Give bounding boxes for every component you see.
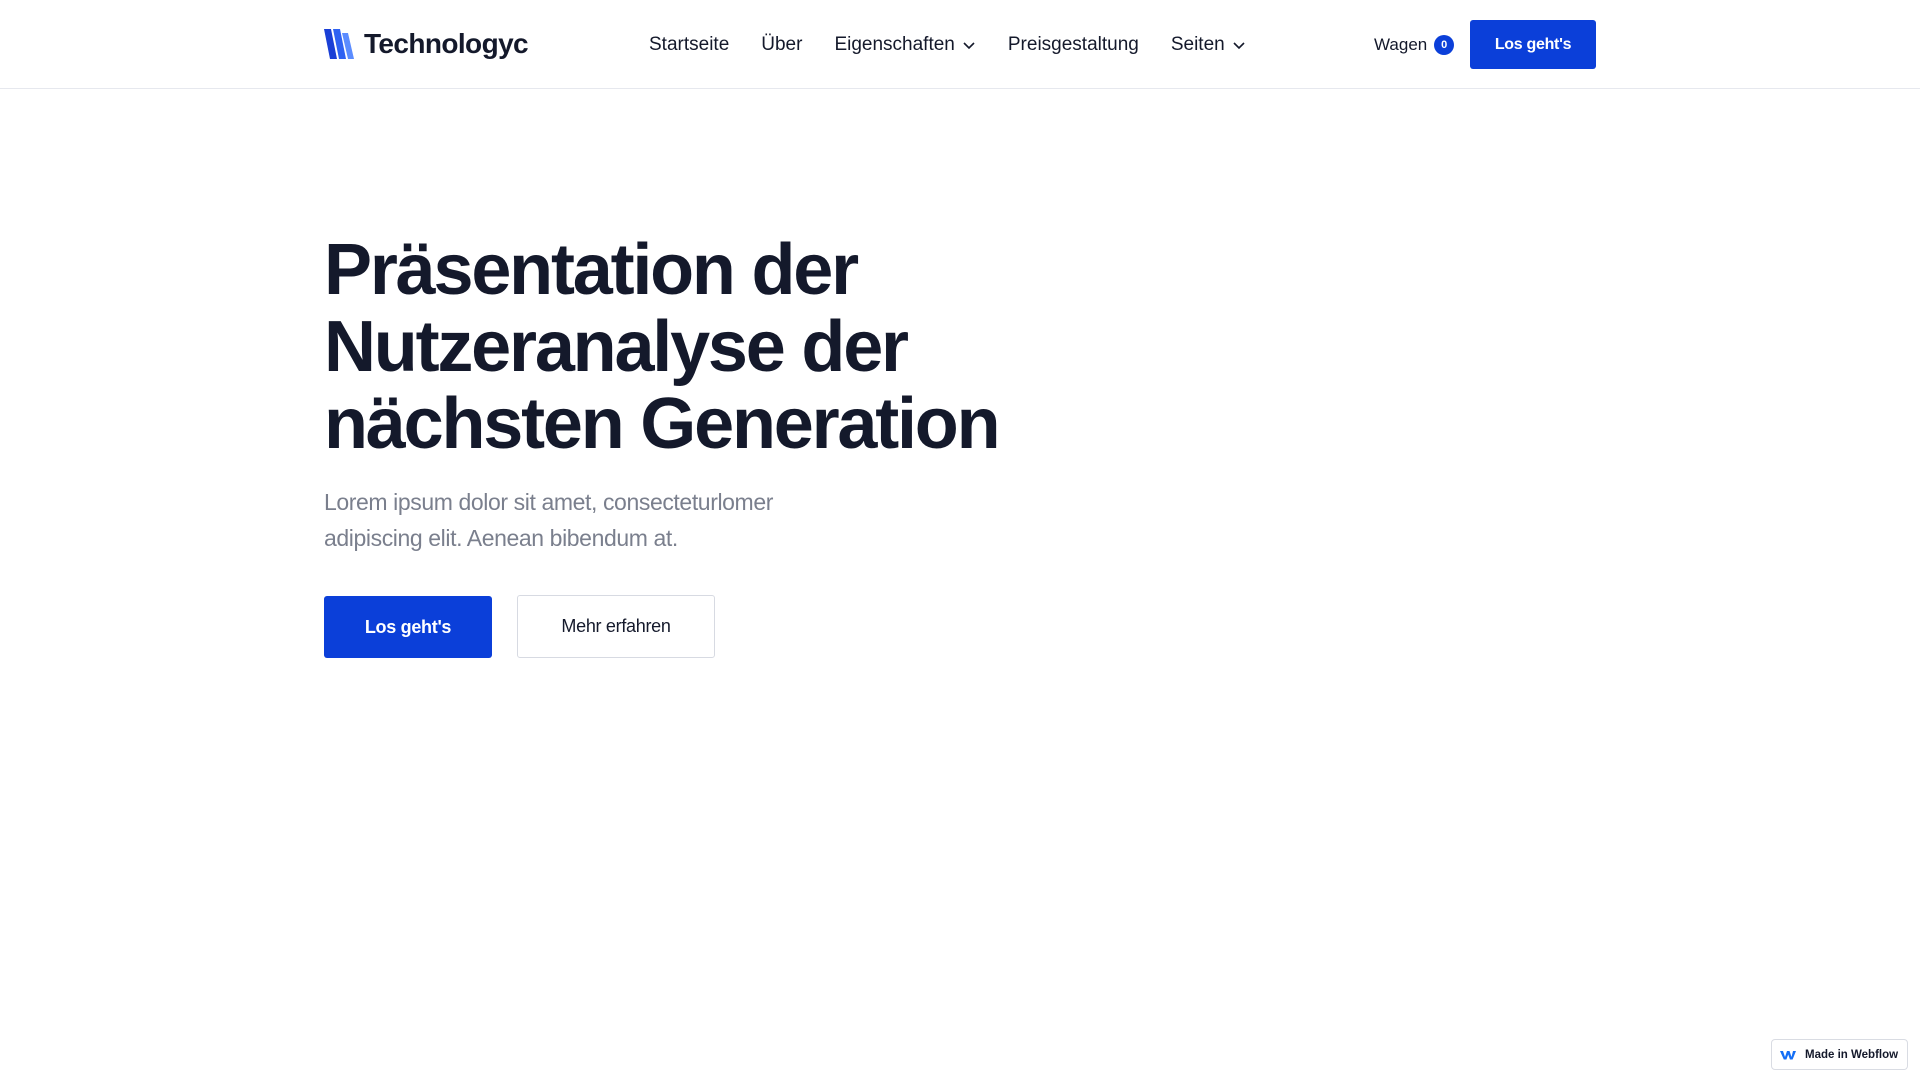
nav-item-label: Preisgestaltung (1007, 34, 1139, 55)
brand-name: Technologyc (364, 28, 529, 59)
webflow-icon (1780, 1050, 1796, 1059)
nav-item-label: Seiten (1170, 34, 1225, 55)
hero-title-line: Nutzeranalyse der (324, 307, 909, 387)
hero-get-started-button[interactable]: Los geht's (324, 596, 492, 658)
nav-item-ueber[interactable]: Über (761, 34, 802, 56)
nav-item-startseite[interactable]: Startseite (649, 34, 729, 56)
made-in-webflow-badge[interactable]: Made in Webflow (1771, 1039, 1908, 1070)
nav-item-seiten[interactable]: Seiten (1171, 34, 1246, 56)
hero-title-line: Präsentation der (324, 230, 859, 310)
nav-item-label: Über (761, 34, 803, 55)
brand-logo-icon (324, 29, 354, 59)
cart-button[interactable]: Wagen 0 (1374, 33, 1455, 57)
nav-item-label: Eigenschaften (834, 34, 955, 55)
hero-subtitle-line: adipiscing elit. Aenean bibendum at. (324, 525, 678, 551)
hero-learn-more-button[interactable]: Mehr erfahren (517, 595, 715, 658)
nav-item-preisgestaltung[interactable]: Preisgestaltung (1008, 34, 1139, 56)
nav-item-label: Startseite (649, 34, 730, 55)
hero-subtitle-line: Lorem ipsum dolor sit amet, consecteturl… (324, 489, 773, 515)
hero-subtitle: Lorem ipsum dolor sit amet, consecteturl… (324, 484, 844, 556)
brand-logo[interactable]: Technologyc (324, 26, 529, 62)
main-nav: Startseite Über Eigenschaften Preisgesta… (649, 30, 1246, 60)
webflow-badge-label: Made in Webflow (1805, 1048, 1899, 1061)
cart-count-badge: 0 (1434, 35, 1455, 55)
header-get-started-button[interactable]: Los geht's (1470, 20, 1596, 69)
hero-title: Präsentation der Nutzeranalyse der nächs… (324, 232, 1084, 463)
chevron-down-icon (1233, 42, 1245, 50)
hero-title-line: nächsten Generation (324, 384, 1001, 464)
cart-label: Wagen (1374, 35, 1428, 54)
site-header: Technologyc Startseite Über Eigenschafte… (0, 0, 1920, 89)
nav-item-eigenschaften[interactable]: Eigenschaften (834, 34, 975, 56)
chevron-down-icon (963, 42, 975, 50)
